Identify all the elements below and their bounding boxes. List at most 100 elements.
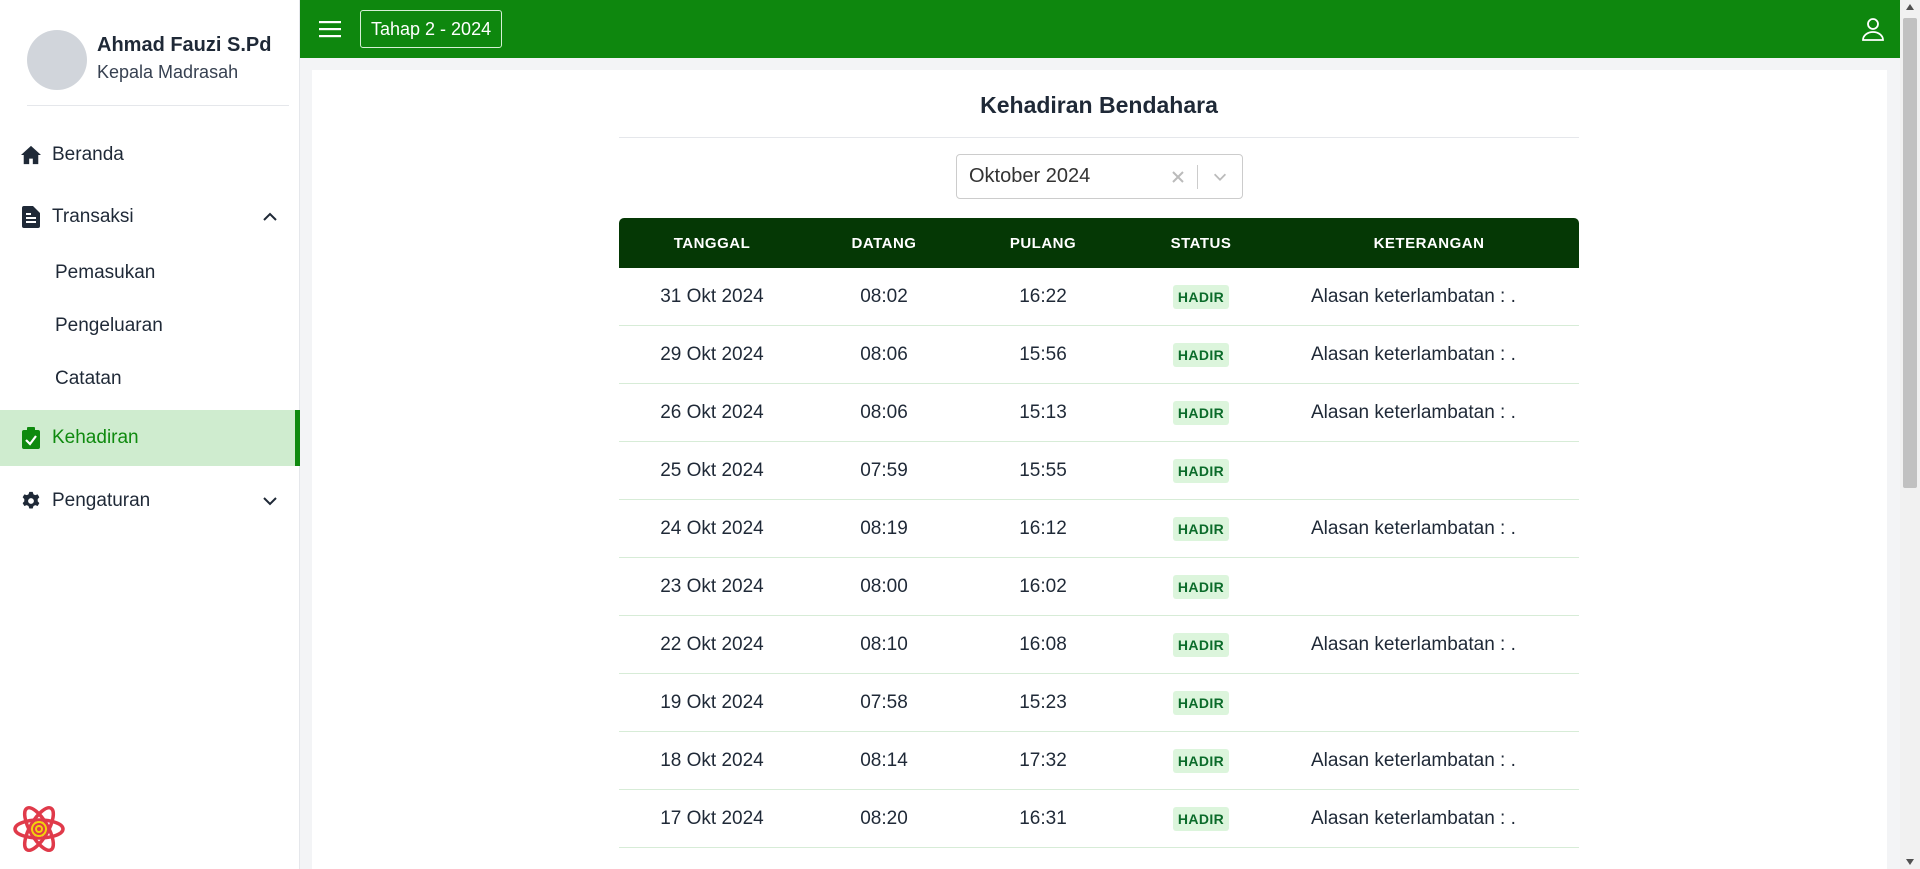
arrival-time-cell: 08:14	[860, 749, 908, 771]
status-cell: HADIR	[1123, 458, 1279, 483]
sidebar-item-label: Pengaturan	[52, 490, 151, 511]
departure-time-cell: 15:56	[1019, 343, 1067, 365]
scroll-up-arrow-icon[interactable]	[1906, 4, 1914, 10]
arrival-time-cell: 07:59	[860, 459, 908, 481]
note-cell: Alasan keterlambatan : .	[1311, 807, 1516, 829]
table-row: 19 Okt 2024 07:58 15:23 HADIR	[619, 674, 1579, 732]
column-header: TANGGAL	[673, 234, 751, 252]
page-title: Kehadiran Bendahara	[980, 92, 1218, 118]
status-cell: HADIR	[1123, 632, 1279, 657]
sidebar-item-label: Kehadiran	[52, 427, 139, 448]
sidebar-item-kehadiran[interactable]: Kehadiran	[0, 410, 300, 466]
date-cell: 25 Okt 2024	[660, 459, 764, 481]
user-icon[interactable]	[1860, 16, 1886, 42]
departure-time-cell: 16:12	[1019, 517, 1067, 539]
clipboard-check-icon	[20, 427, 42, 449]
month-select-value: Oktober 2024	[969, 165, 1091, 187]
column-header: KETERANGAN	[1373, 234, 1485, 252]
avatar	[27, 30, 87, 90]
scrollbar-thumb[interactable]	[1903, 18, 1917, 488]
chevron-down-icon	[260, 491, 280, 511]
status-badge: HADIR	[1172, 806, 1230, 831]
status-badge: HADIR	[1172, 632, 1230, 657]
sidebar-item-pengeluaran[interactable]: Pengeluaran	[55, 315, 163, 337]
status-cell: HADIR	[1123, 748, 1279, 773]
document-icon	[20, 206, 42, 228]
top-bar: Tahap 2 - 2024	[300, 0, 1900, 58]
profile-role: Kepala Madrasah	[97, 62, 239, 82]
status-cell: HADIR	[1123, 400, 1279, 425]
arrival-time-cell: 08:06	[860, 343, 908, 365]
column-header: DATANG	[851, 234, 917, 252]
sidebar-item-pengaturan[interactable]: Pengaturan	[0, 473, 300, 529]
status-cell: HADIR	[1123, 342, 1279, 367]
menu-icon[interactable]	[318, 17, 342, 41]
sidebar-item-transaksi[interactable]: Transaksi	[0, 189, 300, 245]
gear-icon	[20, 490, 42, 512]
status-badge: HADIR	[1172, 458, 1230, 483]
status-cell: HADIR	[1123, 516, 1279, 541]
month-select[interactable]: Oktober 2024	[956, 154, 1243, 199]
scrollbar[interactable]	[1900, 0, 1920, 869]
status-cell: HADIR	[1123, 574, 1279, 599]
date-cell: 24 Okt 2024	[660, 517, 764, 539]
scroll-down-arrow-icon[interactable]	[1906, 859, 1914, 865]
status-badge: HADIR	[1172, 748, 1230, 773]
date-cell: 17 Okt 2024	[660, 807, 764, 829]
note-cell: Alasan keterlambatan : .	[1311, 401, 1516, 423]
date-cell: 22 Okt 2024	[660, 633, 764, 655]
table-row: 18 Okt 2024 08:14 17:32 HADIR Alasan keterla…	[619, 732, 1579, 790]
clear-icon[interactable]	[1167, 166, 1189, 188]
status-badge: HADIR	[1172, 574, 1230, 599]
departure-time-cell: 16:02	[1019, 575, 1067, 597]
table-body: 31 Okt 2024 08:02 16:22 HADIR Alasan keterla…	[619, 268, 1579, 848]
arrival-time-cell: 08:19	[860, 517, 908, 539]
arrival-time-cell: 08:00	[860, 575, 908, 597]
arrival-time-cell: 08:02	[860, 285, 908, 307]
date-cell: 19 Okt 2024	[660, 691, 764, 713]
departure-time-cell: 16:31	[1019, 807, 1067, 829]
arrival-time-cell: 08:10	[860, 633, 908, 655]
chevron-up-icon	[260, 207, 280, 227]
home-icon	[20, 144, 42, 166]
arrival-time-cell: 08:06	[860, 401, 908, 423]
table-row: 24 Okt 2024 08:19 16:12 HADIR Alasan keterla…	[619, 500, 1579, 558]
date-cell: 29 Okt 2024	[660, 343, 764, 365]
departure-time-cell: 15:23	[1019, 691, 1067, 713]
sidebar-item-label: Beranda	[52, 144, 124, 165]
sidebar-item-label: Transaksi	[52, 206, 134, 227]
table-row: 29 Okt 2024 08:06 15:56 HADIR Alasan keterla…	[619, 326, 1579, 384]
departure-time-cell: 17:32	[1019, 749, 1067, 771]
status-cell: HADIR	[1123, 806, 1279, 831]
sidebar-item-catatan[interactable]: Catatan	[55, 368, 122, 390]
note-cell: Alasan keterlambatan : .	[1311, 633, 1516, 655]
departure-time-cell: 16:08	[1019, 633, 1067, 655]
departure-time-cell: 16:22	[1019, 285, 1067, 307]
sidebar-item-pemasukan[interactable]: Pemasukan	[55, 262, 155, 284]
status-badge: HADIR	[1172, 516, 1230, 541]
period-button[interactable]: Tahap 2 - 2024	[360, 10, 503, 48]
note-cell: Alasan keterlambatan : .	[1311, 285, 1516, 307]
table-row: 26 Okt 2024 08:06 15:13 HADIR Alasan keterla…	[619, 384, 1579, 442]
note-cell: Alasan keterlambatan : .	[1311, 517, 1516, 539]
arrival-time-cell: 07:58	[860, 691, 908, 713]
table-header: TANGGAL DATANG PULANG STATUS KETERANGAN	[619, 218, 1579, 268]
sidebar-item-beranda[interactable]: Beranda	[0, 127, 300, 183]
table-row: 31 Okt 2024 08:02 16:22 HADIR Alasan keterla…	[619, 268, 1579, 326]
profile-name: Ahmad Fauzi S.Pd	[97, 34, 272, 56]
departure-time-cell: 15:13	[1019, 401, 1067, 423]
note-cell: Alasan keterlambatan : .	[1311, 343, 1516, 365]
status-badge: HADIR	[1172, 284, 1230, 309]
chevron-down-icon[interactable]	[1198, 166, 1242, 188]
column-header: STATUS	[1170, 234, 1232, 252]
user-profile: Ahmad Fauzi S.Pd Kepala Madrasah	[27, 30, 289, 106]
status-badge: HADIR	[1172, 400, 1230, 425]
divider	[619, 137, 1579, 138]
departure-time-cell: 15:55	[1019, 459, 1067, 481]
date-cell: 26 Okt 2024	[660, 401, 764, 423]
table-row: 23 Okt 2024 08:00 16:02 HADIR	[619, 558, 1579, 616]
main-content: Kehadiran Bendahara Oktober 2024 TANGGAL…	[312, 70, 1887, 869]
table-row: 22 Okt 2024 08:10 16:08 HADIR Alasan keterla…	[619, 616, 1579, 674]
status-badge: HADIR	[1172, 690, 1230, 715]
table-row: 17 Okt 2024 08:20 16:31 HADIR Alasan keterla…	[619, 790, 1579, 848]
